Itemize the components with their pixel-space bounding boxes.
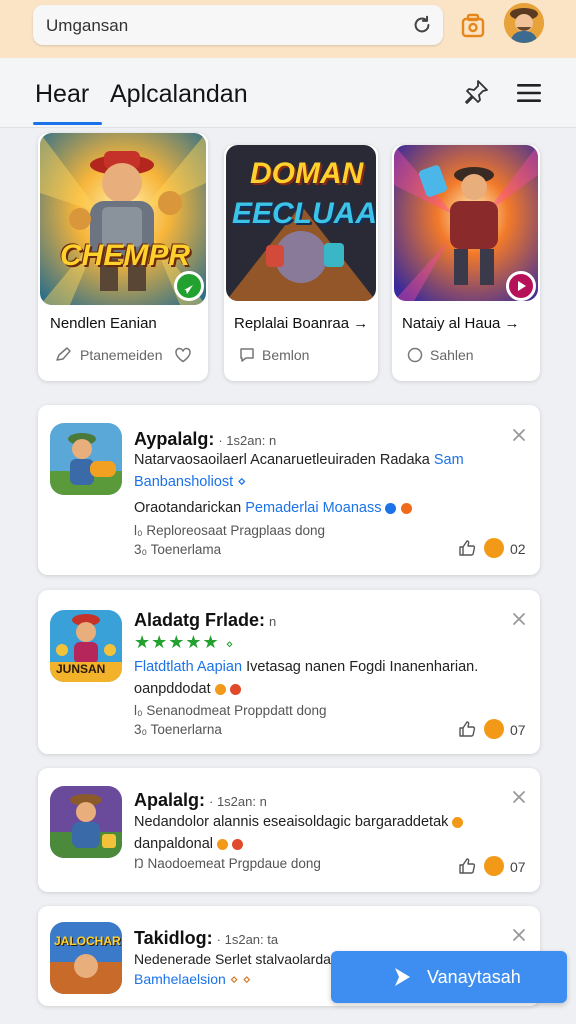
edit-icon	[56, 347, 71, 361]
send-icon	[395, 968, 410, 986]
list-item-3-count: 07	[510, 859, 526, 875]
list-item-2-line-1: l₀ Senanodmeat Proppdatt dong	[134, 703, 327, 718]
browser-bar: Umgansan	[0, 0, 576, 58]
featured-card-1-subtitle: Ptanemeiden	[80, 347, 163, 363]
featured-card-1-play-badge	[174, 271, 204, 301]
url-text: Umgansan	[46, 16, 129, 35]
list-item-4-title: Takidlog: · 1s2an: ta	[134, 928, 279, 948]
fire-icon	[484, 719, 504, 739]
list-item-4-icon: JALOCHAR	[50, 922, 122, 994]
app-header: Hear Aplcalandan	[0, 58, 576, 128]
avatar[interactable]	[504, 3, 544, 43]
menu-icon[interactable]	[516, 82, 542, 104]
close-icon[interactable]	[512, 428, 526, 442]
featured-card-3-title: Nataiy al Haua →	[402, 315, 520, 332]
list-item-4-meta: · 1s2an: ta	[216, 932, 279, 947]
fire-icon	[484, 856, 504, 876]
featured-card-1-title: Nendlen Eanian	[50, 315, 157, 332]
list-item-2-description: Flatdtlath Aapian Ivetasag nanen Fogdi I…	[134, 659, 479, 697]
list-item-3-title: Apalalg: · 1s2an: n	[134, 790, 267, 810]
list-item-1-count: 02	[510, 541, 526, 557]
featured-card-2-image: DOMAN EECLUAAN	[226, 145, 376, 301]
list-item-3-description: Nedandolor alannis eseaisoldagic bargara…	[134, 811, 514, 855]
featured-card-3-subtitle: Sahlen	[430, 347, 474, 363]
list-item[interactable]: Aypalalg: · 1s2an: n Natarvaosaoilaerl Ac…	[38, 405, 540, 575]
tab-home[interactable]: Hear	[35, 80, 89, 109]
list-item-2-line-2: 3₀ Toenerlarna	[134, 722, 222, 737]
pin-icon[interactable]	[462, 78, 490, 106]
list-item-1-meta: · 1s2an: n	[218, 433, 277, 448]
featured-card-2-title: Replalai Boanraa →	[234, 315, 369, 332]
list-item-1-description: Natarvaosaoilaerl Acanaruetleuiraden Rad…	[134, 452, 464, 490]
list-item-3-icon	[50, 786, 122, 858]
list-item-3-line-1: Ŋ Naodoemeat Prgpdaue dong	[134, 856, 321, 871]
list-item-4-icon-text: JALOCHAR	[54, 934, 121, 948]
active-tab-indicator	[33, 122, 102, 125]
list-item-2-title: Aladatg Frlade: n	[134, 610, 277, 630]
thumbs-up-icon[interactable]	[458, 539, 476, 557]
featured-card-2-art-text-top: DOMAN	[250, 157, 364, 190]
thumbs-up-icon[interactable]	[458, 857, 476, 875]
featured-card-2[interactable]: DOMAN EECLUAAN Replalai Boanraa → Bemlon	[224, 145, 378, 381]
list-item-2-count: 07	[510, 722, 526, 738]
list-item-2-stars: ★★★★★ ⋄	[134, 632, 235, 652]
fire-icon	[484, 538, 504, 558]
reload-icon[interactable]	[411, 14, 433, 36]
floating-action-button[interactable]: Vanaytasah	[331, 951, 567, 1003]
list-item-3-meta: · 1s2an: n	[209, 794, 267, 809]
list-item[interactable]: Apalalg: · 1s2an: n Nedandolor alannis es…	[38, 768, 540, 892]
list-item-2-icon: JUNSAN	[50, 610, 122, 682]
featured-card-2-subtitle: Bemlon	[262, 347, 310, 363]
list-item-1-line-1: l₀ Reploreosaat Pragplaas dong	[134, 523, 325, 538]
close-icon[interactable]	[512, 790, 526, 804]
tab-applications[interactable]: Aplcalandan	[110, 80, 248, 109]
list-item-1-line-2: 3₀ Toenerlama	[134, 542, 222, 557]
featured-card-1[interactable]: CHEMPR Nendlen Eanian Ptanemeiden	[38, 133, 208, 381]
camera-icon[interactable]	[458, 11, 488, 41]
fab-label: Vanaytasah	[427, 967, 521, 987]
list-item-2-meta: n	[269, 614, 277, 629]
comment-icon	[240, 348, 254, 362]
list-item[interactable]: JUNSAN Aladatg Frlade: n ★★★★★ ⋄ Flatdtla…	[38, 590, 540, 754]
close-icon[interactable]	[512, 612, 526, 626]
search-icon	[407, 347, 423, 363]
featured-card-3[interactable]: Nataiy al Haua → Sahlen	[392, 145, 540, 381]
list-item-2-icon-text: JUNSAN	[56, 662, 106, 676]
list-item-1-highlight: Oraotandarickan Pemaderlai Moanass	[134, 497, 514, 519]
featured-card-2-art-text-bottom: EECLUAAN	[232, 197, 376, 230]
list-item-1-icon	[50, 423, 122, 495]
featured-card-1-art-text: CHEMPR	[60, 239, 191, 272]
url-field[interactable]: Umgansan	[33, 5, 443, 45]
featured-card-3-play-badge	[506, 271, 536, 301]
close-icon[interactable]	[512, 928, 526, 942]
list-item-1-title: Aypalalg: · 1s2an: n	[134, 429, 277, 449]
thumbs-up-icon[interactable]	[458, 720, 476, 738]
heart-icon[interactable]	[174, 346, 192, 364]
